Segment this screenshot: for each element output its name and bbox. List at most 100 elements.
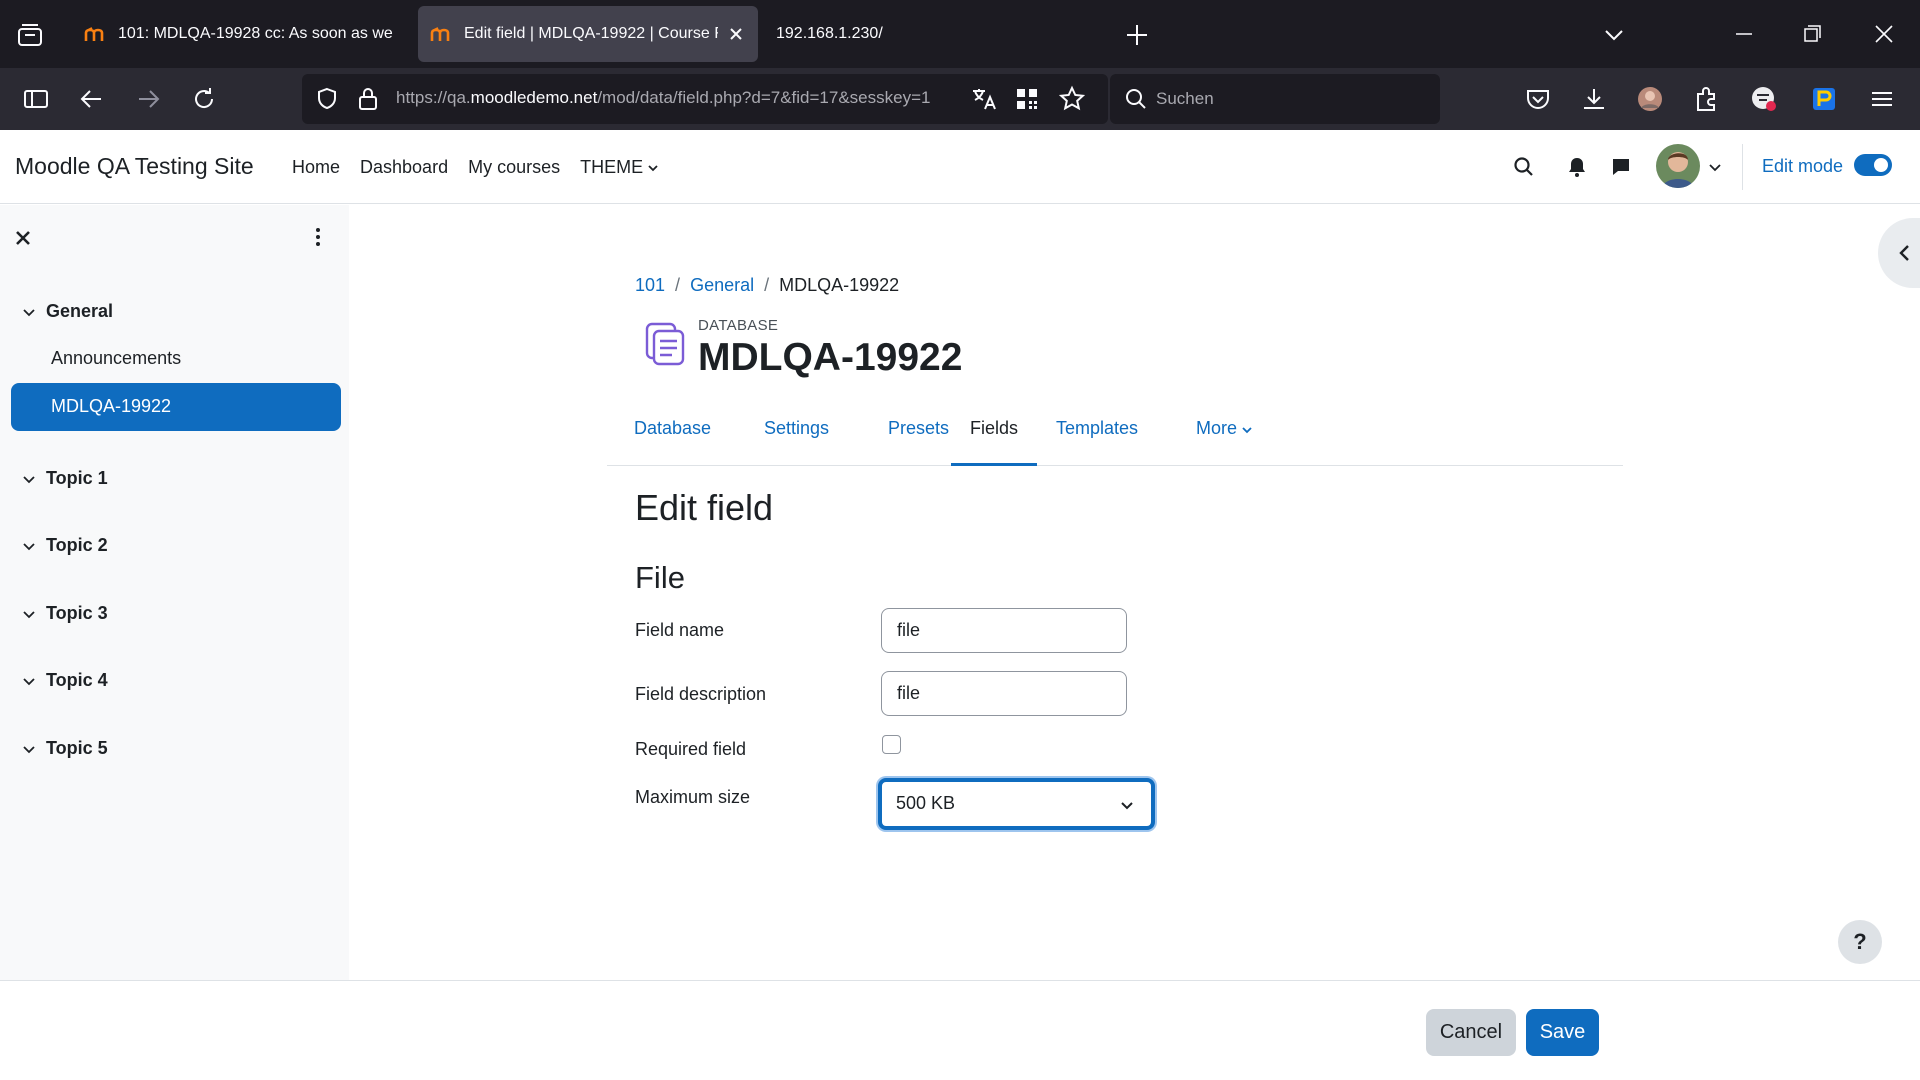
messages-icon[interactable]	[1610, 156, 1632, 178]
lock-icon[interactable]	[356, 86, 380, 112]
minimize-icon[interactable]	[1732, 22, 1756, 46]
browser-tab[interactable]: 101: MDLQA-19928 cc: As soon as we begin	[72, 6, 408, 62]
chevron-down-icon	[23, 308, 35, 316]
reader-extension-icon[interactable]	[1810, 85, 1838, 113]
tab-more[interactable]: More	[1177, 413, 1272, 466]
account-avatar-icon[interactable]	[1636, 85, 1664, 113]
chevron-down-icon	[23, 677, 35, 685]
tab-database[interactable]: Database	[615, 413, 730, 466]
browser-tab-active[interactable]: Edit field | MDLQA-19922 | Course Full	[418, 6, 758, 62]
required-field-checkbox[interactable]	[882, 735, 901, 754]
chevron-down-icon	[23, 745, 35, 753]
chevron-down-icon	[648, 164, 658, 171]
breadcrumb-separator: /	[675, 275, 681, 295]
extensions-icon[interactable]	[1692, 85, 1720, 113]
shield-icon[interactable]	[314, 86, 340, 112]
open-block-drawer-button[interactable]	[1878, 218, 1920, 288]
breadcrumb-item[interactable]: 101	[635, 275, 665, 296]
qr-code-icon[interactable]	[1014, 86, 1040, 112]
chevron-down-icon	[23, 610, 35, 618]
browser-search-bar[interactable]: Suchen	[1110, 74, 1440, 124]
tab-fields[interactable]: Fields	[951, 413, 1038, 466]
bookmark-star-icon[interactable]	[1058, 85, 1086, 113]
translate-icon[interactable]	[970, 86, 998, 112]
close-icon[interactable]	[14, 229, 32, 247]
section-topic-3[interactable]: Topic 3	[22, 603, 108, 624]
url-text[interactable]: https://qa.moodledemo.net/mod/data/field…	[396, 88, 956, 108]
maximum-size-value: 500 KB	[896, 793, 956, 813]
chevron-down-icon[interactable]	[1708, 160, 1722, 174]
moodle-favicon-icon	[430, 27, 450, 41]
kebab-menu-icon[interactable]	[306, 225, 330, 249]
field-name-input[interactable]	[881, 608, 1127, 653]
tab-settings[interactable]: Settings	[745, 413, 848, 466]
form-heading: File	[635, 560, 685, 595]
activity-type-label: DATABASE	[698, 317, 779, 334]
cancel-button[interactable]: Cancel	[1426, 1009, 1516, 1056]
url-bar[interactable]: https://qa.moodledemo.net/mod/data/field…	[302, 74, 1108, 124]
nav-theme-label: THEME	[580, 157, 644, 177]
breadcrumb-item[interactable]: General	[690, 275, 754, 296]
nav-theme[interactable]: THEME	[580, 157, 659, 178]
tab-more-label: More	[1196, 418, 1238, 438]
primary-navigation: Home Dashboard My courses THEME	[292, 157, 659, 178]
header-divider	[1742, 144, 1743, 190]
section-topic-2[interactable]: Topic 2	[22, 535, 108, 556]
section-topic-4[interactable]: Topic 4	[22, 670, 108, 691]
chevron-down-icon	[1242, 427, 1252, 434]
pocket-icon[interactable]	[1524, 85, 1552, 113]
section-label: General	[46, 301, 114, 321]
url-domain: moodledemo.net	[470, 88, 598, 107]
search-icon[interactable]	[1512, 155, 1536, 179]
tab-title: 101: MDLQA-19928 cc: As soon as we begin	[118, 25, 396, 42]
notification-bell-icon[interactable]	[1566, 155, 1588, 179]
search-icon	[1126, 89, 1146, 109]
breadcrumb: 101 / General / MDLQA-19922	[635, 275, 899, 296]
course-index-item-announcements[interactable]: Announcements	[11, 335, 341, 383]
restore-icon[interactable]	[1800, 22, 1824, 46]
url-prefix: https://qa.	[396, 88, 471, 107]
help-button[interactable]: ?	[1838, 920, 1882, 964]
secondary-navigation: Database Settings Presets Fields Templat…	[607, 413, 1623, 466]
nav-home[interactable]: Home	[292, 157, 340, 178]
hamburger-menu-icon[interactable]	[1868, 85, 1896, 113]
edit-mode-label[interactable]: Edit mode	[1762, 156, 1843, 177]
chevron-down-icon	[23, 475, 35, 483]
browser-tab[interactable]: 192.168.1.230/	[764, 6, 1064, 62]
section-topic-1[interactable]: Topic 1	[22, 468, 108, 489]
field-description-input[interactable]	[881, 671, 1127, 716]
section-label: Topic 1	[46, 468, 108, 488]
reload-icon[interactable]	[190, 85, 218, 113]
edit-mode-toggle[interactable]	[1854, 154, 1892, 176]
tab-close-icon[interactable]	[726, 24, 746, 44]
section-topic-5[interactable]: Topic 5	[22, 738, 108, 759]
save-button[interactable]: Save	[1526, 1009, 1599, 1056]
forward-arrow-icon[interactable]	[134, 85, 162, 113]
chevron-down-icon[interactable]	[1602, 24, 1626, 46]
search-placeholder: Suchen	[1156, 89, 1214, 108]
site-name[interactable]: Moodle QA Testing Site	[15, 153, 254, 180]
chevron-down-icon	[1121, 802, 1133, 810]
moodle-navbar: Moodle QA Testing Site Home Dashboard My…	[0, 130, 1920, 204]
section-label: Topic 2	[46, 535, 108, 555]
section-general[interactable]: General	[22, 301, 113, 322]
tab-templates[interactable]: Templates	[1037, 413, 1157, 466]
sidebar-toggle-icon[interactable]	[22, 85, 50, 113]
maximum-size-select[interactable]: 500 KB	[878, 778, 1155, 830]
section-label: Topic 5	[46, 738, 108, 758]
page-heading: Edit field	[635, 487, 774, 528]
back-arrow-icon[interactable]	[78, 85, 106, 113]
avatar[interactable]	[1656, 144, 1700, 188]
window-close-icon[interactable]	[1872, 22, 1896, 46]
tab-overview-icon[interactable]	[14, 20, 46, 52]
user-avatar-icon	[1656, 144, 1700, 188]
new-tab-icon[interactable]	[1124, 22, 1150, 48]
download-icon[interactable]	[1580, 85, 1608, 113]
nav-dashboard[interactable]: Dashboard	[360, 157, 448, 178]
section-label: Topic 4	[46, 670, 108, 690]
privacy-extension-icon[interactable]	[1750, 85, 1778, 113]
nav-my-courses[interactable]: My courses	[468, 157, 560, 178]
field-description-label: Field description	[635, 684, 767, 704]
moodle-favicon-icon	[84, 27, 104, 41]
course-index-item-active[interactable]: MDLQA-19922	[11, 383, 341, 431]
